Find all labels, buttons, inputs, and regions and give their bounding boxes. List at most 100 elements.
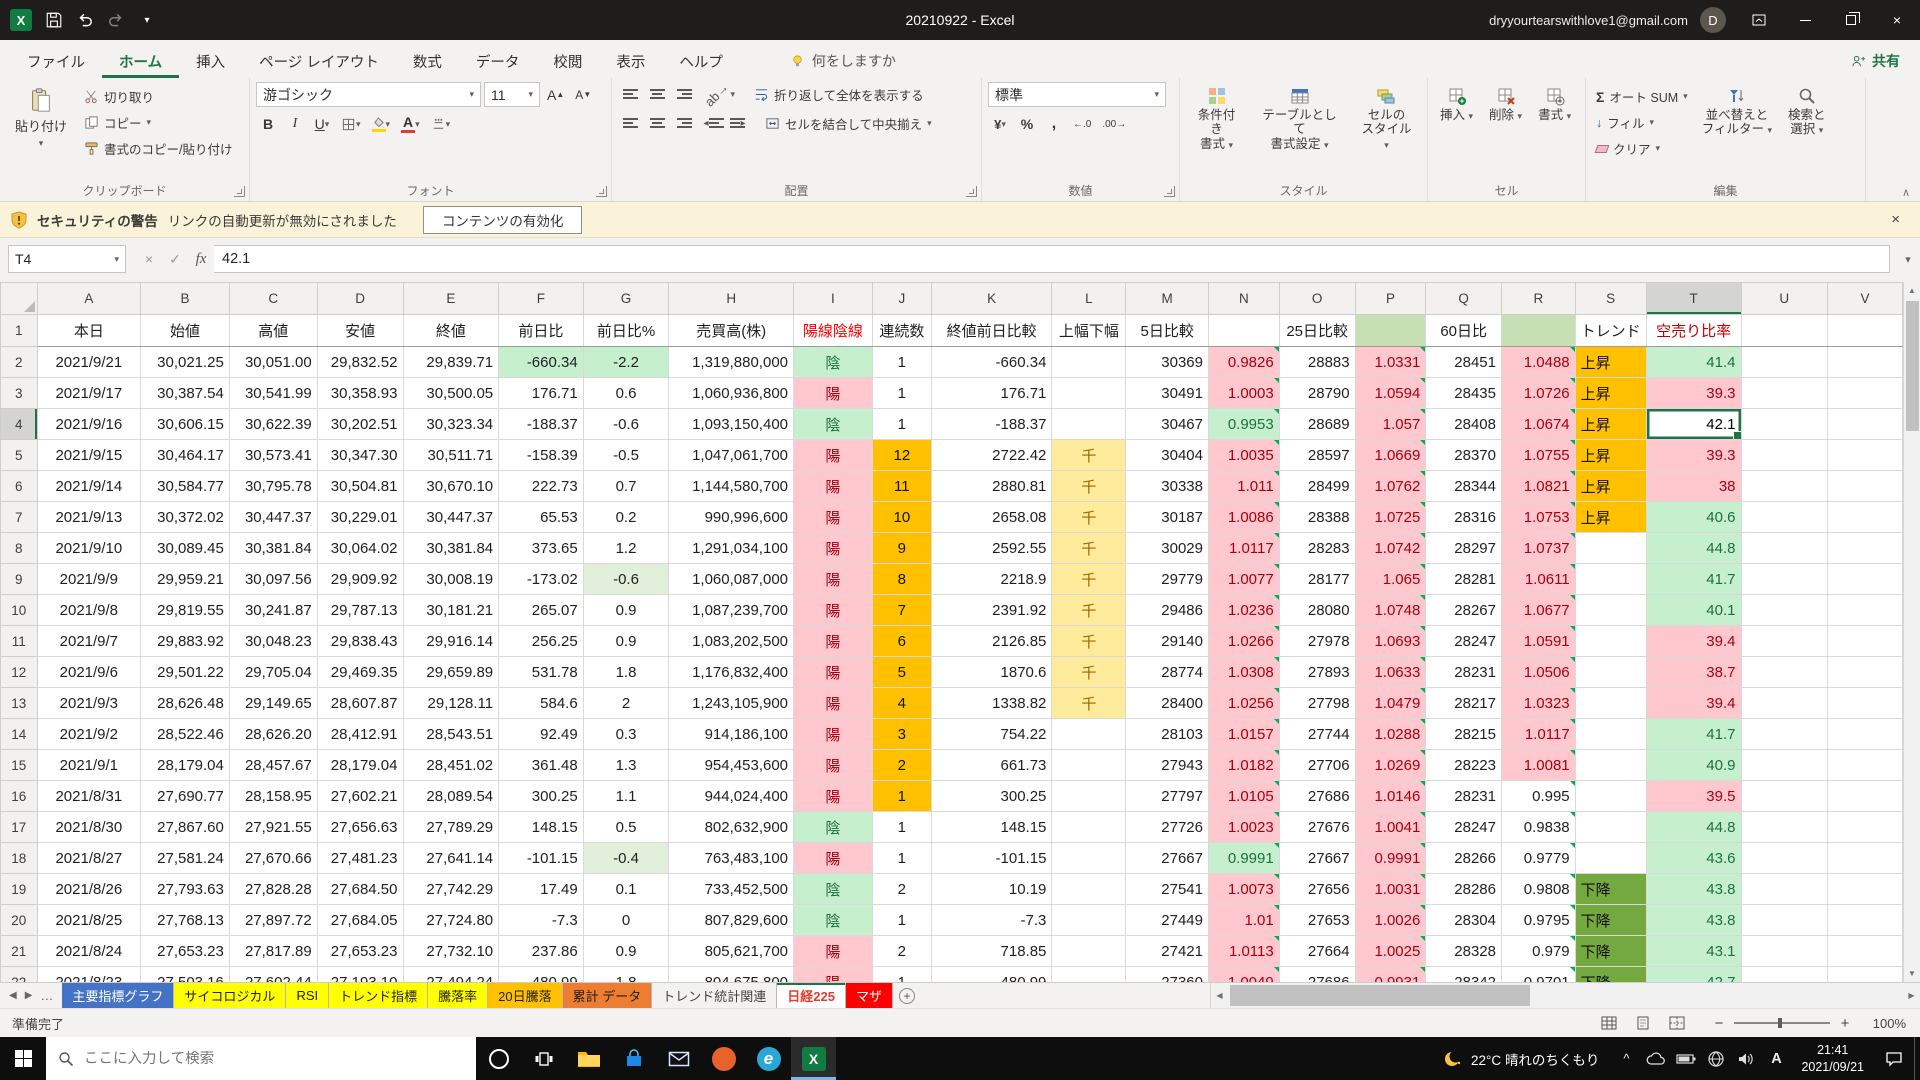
cell-V6[interactable]: [1828, 471, 1903, 502]
cell-P6[interactable]: 1.0762: [1355, 471, 1426, 502]
cell-K17[interactable]: 148.15: [931, 812, 1052, 843]
cell-G15[interactable]: 1.3: [583, 750, 669, 781]
cell-G18[interactable]: -0.4: [583, 843, 669, 874]
cell-T2[interactable]: 41.4: [1646, 347, 1741, 378]
close-button[interactable]: ×: [1874, 0, 1920, 40]
column-header-N[interactable]: N: [1208, 283, 1279, 315]
taskbar-weather[interactable]: 22°C 晴れのちくもり: [1431, 1049, 1611, 1069]
cell-L9[interactable]: 千: [1052, 564, 1126, 595]
name-box[interactable]: T4▾: [8, 245, 126, 273]
account-email[interactable]: dryyourtearswithlove1@gmail.com: [1489, 13, 1688, 28]
sheet-tab-サイコロジカル[interactable]: サイコロジカル: [174, 983, 286, 1008]
font-name-select[interactable]: 游ゴシック▾: [256, 82, 481, 107]
cell-H9[interactable]: 1,060,087,000: [669, 564, 794, 595]
sheet-tab-累計 データ[interactable]: 累計 データ: [563, 983, 653, 1008]
cell-F7[interactable]: 65.53: [499, 502, 584, 533]
cell-K8[interactable]: 2592.55: [931, 533, 1052, 564]
cell-L7[interactable]: 千: [1052, 502, 1126, 533]
cell-M4[interactable]: 30467: [1126, 409, 1209, 440]
column-header-J[interactable]: J: [872, 283, 931, 315]
column-header-G[interactable]: G: [583, 283, 669, 315]
cell-B17[interactable]: 27,867.60: [141, 812, 230, 843]
cell-G6[interactable]: 0.7: [583, 471, 669, 502]
column-header-L[interactable]: L: [1052, 283, 1126, 315]
cell-H3[interactable]: 1,060,936,800: [669, 378, 794, 409]
cell-J14[interactable]: 3: [872, 719, 931, 750]
cell-S7[interactable]: 上昇: [1575, 502, 1646, 533]
cell-H1[interactable]: 売買高(株): [669, 315, 794, 347]
cell-G12[interactable]: 1.8: [583, 657, 669, 688]
cell-I12[interactable]: 陽: [794, 657, 873, 688]
cell-A19[interactable]: 2021/8/26: [37, 874, 141, 905]
cell-V5[interactable]: [1828, 440, 1903, 471]
cell-N21[interactable]: 1.0113: [1208, 936, 1279, 967]
cell-T21[interactable]: 43.1: [1646, 936, 1741, 967]
cell-N16[interactable]: 1.0105: [1208, 781, 1279, 812]
cell-O14[interactable]: 27744: [1279, 719, 1355, 750]
cell-V4[interactable]: [1828, 409, 1903, 440]
cell-P20[interactable]: 1.0026: [1355, 905, 1426, 936]
cell-P8[interactable]: 1.0742: [1355, 533, 1426, 564]
cell-J13[interactable]: 4: [872, 688, 931, 719]
vertical-scrollbar[interactable]: ▲ ▼: [1903, 282, 1920, 982]
ribbon-tab-ファイル[interactable]: ファイル: [10, 44, 102, 78]
cell-A4[interactable]: 2021/9/16: [37, 409, 141, 440]
cell-J4[interactable]: 1: [872, 409, 931, 440]
cell-R22[interactable]: 0.9701: [1501, 967, 1575, 983]
cell-S5[interactable]: 上昇: [1575, 440, 1646, 471]
cell-V3[interactable]: [1828, 378, 1903, 409]
cell-G11[interactable]: 0.9: [583, 626, 669, 657]
save-icon[interactable]: [45, 11, 63, 29]
cell-T5[interactable]: 39.3: [1646, 440, 1741, 471]
cell-S20[interactable]: 下降: [1575, 905, 1646, 936]
cell-F3[interactable]: 176.71: [499, 378, 584, 409]
cell-U12[interactable]: [1741, 657, 1828, 688]
cell-B7[interactable]: 30,372.02: [141, 502, 230, 533]
cell-I9[interactable]: 陽: [794, 564, 873, 595]
cell-G21[interactable]: 0.9: [583, 936, 669, 967]
cell-M14[interactable]: 28103: [1126, 719, 1209, 750]
cell-U22[interactable]: [1741, 967, 1828, 983]
cell-V21[interactable]: [1828, 936, 1903, 967]
cell-S15[interactable]: [1575, 750, 1646, 781]
cell-V9[interactable]: [1828, 564, 1903, 595]
cell-N18[interactable]: 0.9991: [1208, 843, 1279, 874]
cell-F4[interactable]: -188.37: [499, 409, 584, 440]
cell-C17[interactable]: 27,921.55: [229, 812, 317, 843]
cell-F12[interactable]: 531.78: [499, 657, 584, 688]
column-header-V[interactable]: V: [1828, 283, 1903, 315]
cell-C5[interactable]: 30,573.41: [229, 440, 317, 471]
cell-A13[interactable]: 2021/9/3: [37, 688, 141, 719]
cell-K9[interactable]: 2218.9: [931, 564, 1052, 595]
cell-G8[interactable]: 1.2: [583, 533, 669, 564]
format-cells-button[interactable]: 書式 ▾: [1532, 82, 1577, 181]
zoom-in-button[interactable]: +: [1838, 1015, 1852, 1032]
account-avatar[interactable]: D: [1700, 7, 1726, 33]
cell-N4[interactable]: 0.9953: [1208, 409, 1279, 440]
cell-C1[interactable]: 高値: [229, 315, 317, 347]
alignment-dialog-launcher[interactable]: [966, 186, 977, 197]
cell-M18[interactable]: 27667: [1126, 843, 1209, 874]
cell-P7[interactable]: 1.0725: [1355, 502, 1426, 533]
row-header-18[interactable]: 18: [1, 843, 38, 874]
cell-A5[interactable]: 2021/9/15: [37, 440, 141, 471]
ribbon-tab-数式[interactable]: 数式: [396, 44, 459, 78]
cell-R19[interactable]: 0.9808: [1501, 874, 1575, 905]
cell-A7[interactable]: 2021/9/13: [37, 502, 141, 533]
cell-A3[interactable]: 2021/9/17: [37, 378, 141, 409]
cell-F13[interactable]: 584.6: [499, 688, 584, 719]
cell-F14[interactable]: 92.49: [499, 719, 584, 750]
cell-P2[interactable]: 1.0331: [1355, 347, 1426, 378]
cell-I8[interactable]: 陽: [794, 533, 873, 564]
cell-G14[interactable]: 0.3: [583, 719, 669, 750]
cell-I5[interactable]: 陽: [794, 440, 873, 471]
formula-bar-expand-icon[interactable]: ▾: [1896, 253, 1920, 266]
cell-Q7[interactable]: 28316: [1426, 502, 1502, 533]
comma-style-button[interactable]: ,: [1042, 112, 1066, 136]
cell-G7[interactable]: 0.2: [583, 502, 669, 533]
cell-B13[interactable]: 28,626.48: [141, 688, 230, 719]
cell-A1[interactable]: 本日: [37, 315, 141, 347]
taskbar-clock[interactable]: 21:41 2021/09/21: [1791, 1042, 1874, 1075]
cell-Q14[interactable]: 28215: [1426, 719, 1502, 750]
cell-N20[interactable]: 1.01: [1208, 905, 1279, 936]
